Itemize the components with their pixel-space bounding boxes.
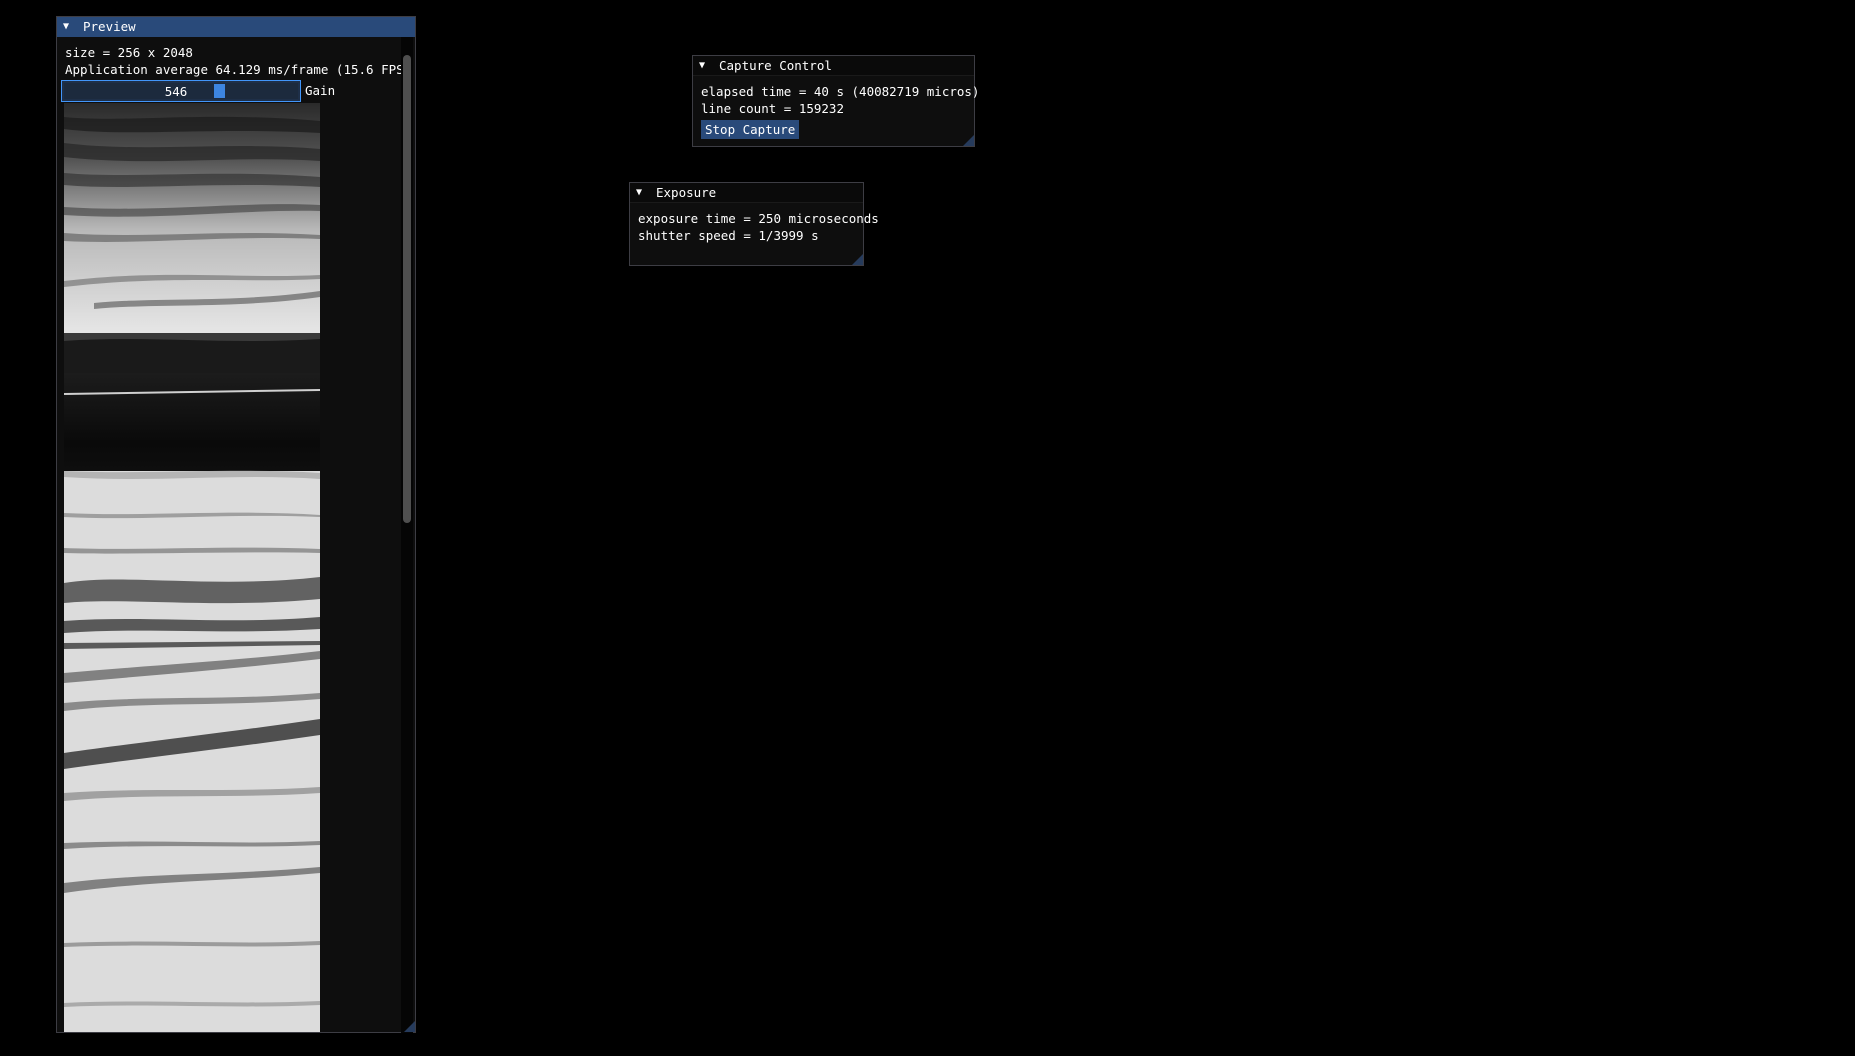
exposure-content: exposure time = 250 microseconds shutter…: [630, 203, 879, 244]
exposure-title: Exposure: [656, 185, 717, 200]
fps-text: Application average 64.129 ms/frame (15.…: [65, 62, 412, 77]
collapse-triangle-icon[interactable]: ▼: [636, 183, 648, 202]
exposure-window[interactable]: ▼ Exposure exposure time = 250 microseco…: [629, 182, 879, 266]
capture-control-window[interactable]: ▼ Capture Control elapsed time = 40 s (4…: [692, 55, 980, 147]
preview-title: Preview: [83, 19, 136, 34]
line-count-text: line count = 159232: [701, 101, 844, 116]
gain-value: 546: [164, 84, 188, 99]
collapse-triangle-icon[interactable]: ▼: [63, 17, 75, 36]
preview-window[interactable]: ▼ Preview size = 256 x 2048 Application …: [56, 16, 416, 1033]
preview-scrollbar-thumb[interactable]: [403, 55, 411, 523]
resize-grip-icon[interactable]: [404, 1021, 415, 1032]
gain-slider-row: 546 Gain: [61, 80, 407, 102]
capture-control-titlebar[interactable]: ▼ Capture Control: [693, 56, 974, 76]
preview-content: size = 256 x 2048 Application average 64…: [57, 37, 415, 102]
gain-label: Gain: [305, 83, 336, 98]
shutter-speed-text: shutter speed = 1/3999 s: [638, 228, 819, 243]
capture-control-title: Capture Control: [719, 58, 832, 73]
line-scan-image: [64, 103, 320, 1032]
size-text: size = 256 x 2048: [65, 45, 193, 60]
gain-slider[interactable]: 546: [61, 80, 301, 102]
elapsed-time-text: elapsed time = 40 s (40082719 micros): [701, 84, 980, 99]
collapse-triangle-icon[interactable]: ▼: [699, 56, 711, 75]
preview-titlebar[interactable]: ▼ Preview: [57, 17, 415, 37]
capture-control-content: elapsed time = 40 s (40082719 micros) li…: [693, 76, 980, 139]
stop-capture-button[interactable]: Stop Capture: [701, 120, 800, 139]
preview-image: [64, 103, 320, 1032]
resize-grip-icon[interactable]: [963, 135, 974, 146]
resize-grip-icon[interactable]: [852, 254, 863, 265]
exposure-time-text: exposure time = 250 microseconds: [638, 211, 879, 226]
preview-scrollbar[interactable]: [401, 37, 413, 1033]
exposure-titlebar[interactable]: ▼ Exposure: [630, 183, 863, 203]
